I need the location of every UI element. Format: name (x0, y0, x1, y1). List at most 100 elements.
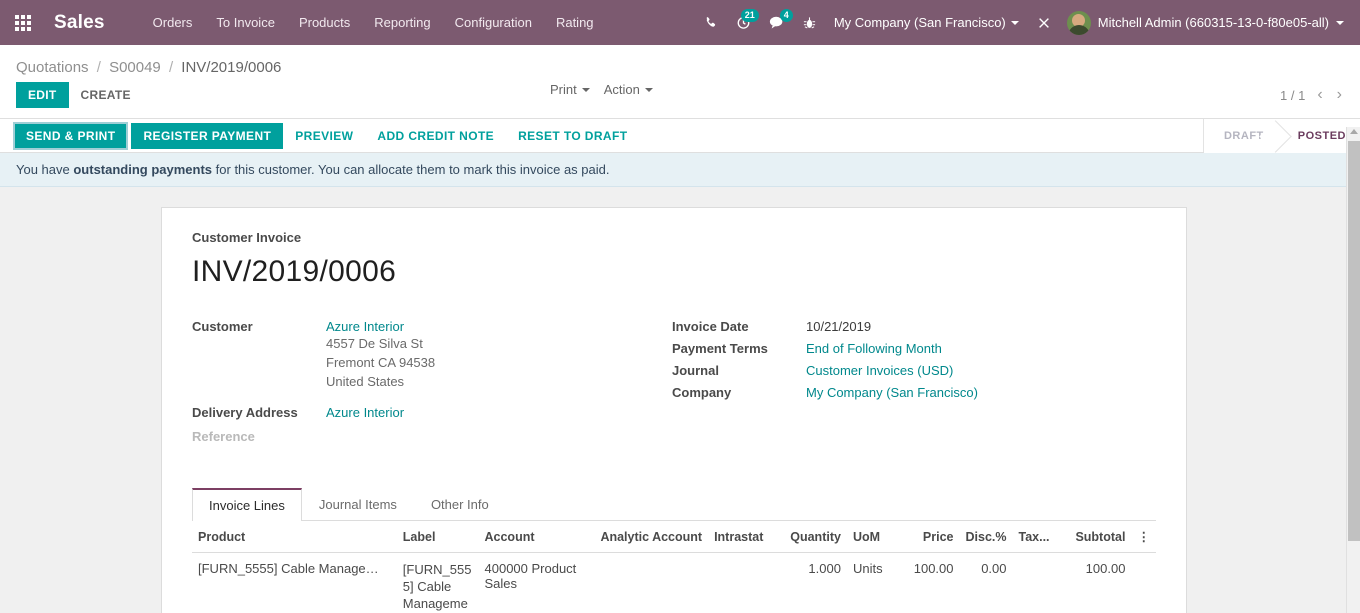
cell-product[interactable]: [FURN_5555] Cable Management ... (192, 552, 397, 613)
cell-subtotal[interactable]: 100.00 (1060, 552, 1132, 613)
add-credit-note-button[interactable]: ADD CREDIT NOTE (365, 123, 506, 149)
menu-item-orders[interactable]: Orders (141, 9, 205, 36)
invoice-right-column: Invoice Date 10/21/2019 Payment Terms En… (672, 319, 1142, 451)
customer-address-line: United States (326, 374, 405, 389)
chevron-left-icon[interactable]: ‹ (1315, 87, 1324, 103)
column-header-quantity[interactable]: Quantity (779, 521, 847, 553)
print-dropdown-label: Print (550, 82, 577, 97)
phone-icon[interactable] (696, 12, 726, 34)
scroll-up-arrow-icon[interactable] (1350, 129, 1358, 134)
breadcrumb-item-quotations[interactable]: Quotations (16, 59, 89, 76)
payment-terms-link[interactable]: End of Following Month (806, 341, 942, 356)
cell-price[interactable]: 100.00 (898, 552, 960, 613)
cell-discount[interactable]: 0.00 (959, 552, 1013, 613)
vertical-dots-icon[interactable]: ⋮ (1131, 521, 1156, 553)
reset-to-draft-button[interactable]: RESET TO DRAFT (506, 123, 639, 149)
breadcrumb-item-s00049[interactable]: S00049 (109, 59, 161, 76)
cell-uom[interactable]: Units (846, 552, 899, 613)
menu-item-rating[interactable]: Rating (544, 9, 606, 36)
outstanding-payments-alert: You have outstanding payments for this c… (0, 153, 1360, 187)
action-dropdown-label: Action (603, 82, 640, 97)
bug-debug-icon[interactable] (795, 12, 824, 34)
column-header-tax[interactable]: Tax... (1012, 521, 1061, 553)
record-action-buttons: SEND & PRINT REGISTER PAYMENT PREVIEW AD… (0, 119, 639, 152)
table-row[interactable]: [FURN_5555] Cable Management ... [FURN_5… (192, 552, 1156, 613)
close-icon[interactable] (1029, 12, 1059, 34)
company-selector-label: My Company (San Francisco) (833, 15, 1006, 30)
avatar (1066, 10, 1091, 35)
column-header-uom[interactable]: UoM (846, 521, 899, 553)
column-header-intrastat[interactable]: Intrastat (708, 521, 780, 553)
pager-counter: 1 / 1 (1280, 87, 1306, 103)
cell-spacer (1131, 552, 1156, 613)
field-value-customer: Azure Interior 4557 De Silva St Fremont … (326, 319, 435, 391)
send-and-print-button[interactable]: SEND & PRINT (12, 121, 129, 150)
form-content-area: Customer Invoice INV/2019/0006 Customer … (0, 187, 1360, 613)
odoo-app-window: Sales Orders To Invoice Products Reporti… (0, 0, 1360, 613)
column-header-account[interactable]: Account (478, 521, 595, 553)
company-link[interactable]: My Company (San Francisco) (806, 385, 978, 400)
column-header-price[interactable]: Price (898, 521, 960, 553)
vertical-scrollbar[interactable] (1346, 127, 1360, 613)
menu-item-reporting[interactable]: Reporting (362, 9, 442, 36)
cell-quantity[interactable]: 1.000 (779, 552, 847, 613)
apps-grid-icon[interactable] (6, 6, 40, 40)
column-header-subtotal[interactable]: Subtotal (1060, 521, 1132, 553)
edit-button[interactable]: EDIT (16, 82, 69, 108)
breadcrumb-current-record: INV/2019/0006 (181, 59, 282, 76)
user-menu[interactable]: Mitchell Admin (660315-13-0-f80e05-all) (1061, 9, 1350, 37)
menu-item-configuration[interactable]: Configuration (443, 9, 544, 36)
messages-icon[interactable]: 4 (761, 9, 793, 34)
column-header-discount[interactable]: Disc.% (959, 521, 1013, 553)
customer-address-line: Fremont CA 94538 (326, 355, 436, 370)
tab-journal-items[interactable]: Journal Items (302, 488, 414, 521)
cell-tax[interactable] (1012, 552, 1061, 613)
delivery-address-link[interactable]: Azure Interior (326, 405, 404, 420)
column-header-product[interactable]: Product (192, 521, 397, 553)
journal-link[interactable]: Customer Invoices (USD) (806, 363, 953, 378)
register-payment-button[interactable]: REGISTER PAYMENT (131, 122, 284, 149)
table-header-row: Product Label Account Analytic Account I… (192, 521, 1156, 553)
scrollbar-thumb[interactable] (1348, 141, 1360, 541)
print-dropdown[interactable]: Print (550, 82, 590, 97)
control-panel-dropdowns: Print Action (550, 82, 653, 97)
activity-clock-icon[interactable]: 21 (728, 9, 759, 34)
invoice-header-fields: Customer Azure Interior 4557 De Silva St… (192, 319, 1156, 451)
notebook-tabs: Invoice Lines Journal Items Other Info (192, 487, 1156, 521)
field-company: Company My Company (San Francisco) (672, 385, 1142, 400)
page-title: INV/2019/0006 (192, 255, 397, 288)
user-name-label: Mitchell Admin (660315-13-0-f80e05-all) (1097, 15, 1329, 30)
pager: 1 / 1 ‹ › (1280, 87, 1344, 103)
status-stage-draft[interactable]: DRAFT (1203, 118, 1278, 153)
menu-item-products[interactable]: Products (287, 9, 362, 36)
alert-text-suffix: for this customer. You can allocate them… (212, 162, 610, 177)
chevron-right-icon[interactable]: › (1335, 87, 1344, 103)
tab-invoice-lines[interactable]: Invoice Lines (192, 488, 302, 521)
status-badge: DRAFT POSTED (1202, 118, 1360, 153)
cell-analytic-account[interactable] (594, 552, 709, 613)
column-header-analytic-account[interactable]: Analytic Account (594, 521, 709, 553)
action-dropdown[interactable]: Action (604, 82, 653, 97)
chevron-down-icon (1010, 20, 1019, 25)
cell-product-text: [FURN_5555] Cable Management ... (198, 561, 388, 576)
tab-other-info[interactable]: Other Info (414, 488, 506, 521)
field-value-invoice-date[interactable]: 10/21/2019 (806, 319, 871, 334)
company-selector[interactable]: My Company (San Francisco) (826, 11, 1027, 34)
preview-button[interactable]: PREVIEW (283, 123, 365, 149)
cell-label[interactable]: [FURN_5555] Cable Management Box (396, 552, 479, 613)
customer-link[interactable]: Azure Interior (326, 319, 404, 334)
field-label-journal: Journal (672, 363, 719, 378)
field-label-reference: Reference (192, 429, 255, 444)
control-panel: Quotations / S00049 / INV/2019/0006 EDIT… (0, 45, 1360, 119)
create-button[interactable]: CREATE (69, 82, 143, 108)
cell-account[interactable]: 400000 Product Sales (478, 552, 595, 613)
chevron-down-icon (1336, 20, 1344, 25)
record-action-bar: SEND & PRINT REGISTER PAYMENT PREVIEW AD… (0, 118, 1360, 153)
field-invoice-date: Invoice Date 10/21/2019 (672, 319, 1142, 334)
field-label-invoice-date: Invoice Date (672, 319, 749, 334)
navbar-right-tools: 21 4 My Company (San Francisco) Mitchell (696, 9, 1350, 37)
menu-item-to-invoice[interactable]: To Invoice (204, 9, 287, 36)
app-brand-title[interactable]: Sales (54, 12, 105, 34)
cell-intrastat[interactable] (708, 552, 780, 613)
column-header-label[interactable]: Label (396, 521, 479, 553)
